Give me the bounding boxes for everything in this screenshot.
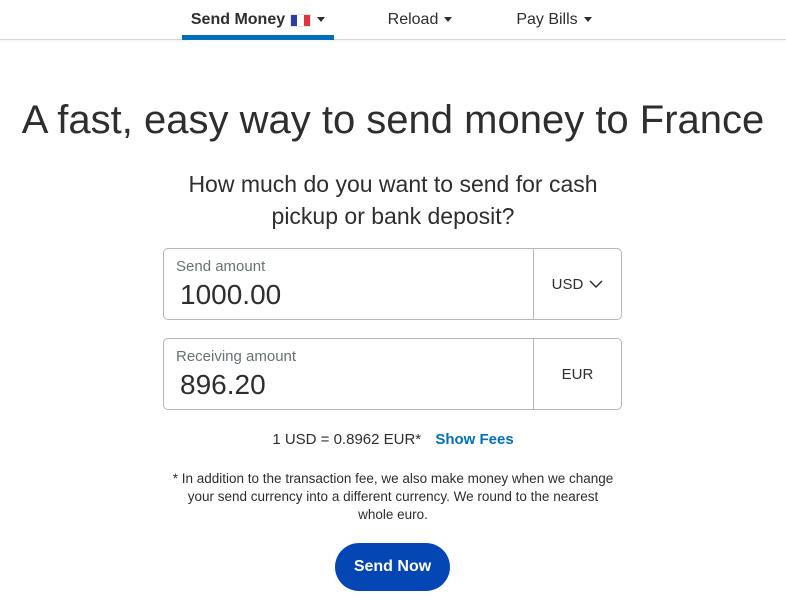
nav-send-money-label: Send Money: [190, 11, 286, 28]
receiving-currency-label: EUR: [561, 365, 594, 383]
exchange-rate-text: 1 USD = 0.8962 EUR*: [272, 431, 422, 448]
caret-down-icon: [444, 16, 453, 22]
top-nav: Send Money Reload Pay Bills: [0, 0, 786, 40]
nav-reload-label: Reload: [387, 11, 439, 28]
caret-down-icon: [583, 16, 592, 22]
france-flag-icon: [290, 13, 312, 27]
receiving-currency: EUR: [533, 339, 621, 409]
nav-send-money[interactable]: Send Money: [182, 0, 334, 40]
currency-disclaimer: * In addition to the transaction fee, we…: [172, 471, 614, 522]
send-amount-box: Send amount USD: [163, 248, 622, 320]
send-amount-label: Send amount: [176, 258, 266, 275]
send-currency-select[interactable]: USD: [533, 249, 621, 319]
send-now-button[interactable]: Send Now: [335, 543, 450, 591]
exchange-rate: 1 USD = 0.8962 EUR* Show Fees: [0, 431, 786, 448]
receiving-amount-box: Receiving amount EUR: [163, 338, 622, 410]
nav-reload[interactable]: Reload: [372, 0, 468, 40]
receiving-amount-input[interactable]: [180, 369, 520, 401]
receiving-amount-label: Receiving amount: [176, 348, 297, 365]
receiving-amount-field[interactable]: Receiving amount: [164, 339, 533, 409]
send-currency-label: USD: [551, 275, 584, 293]
page-title: A fast, easy way to send money to France: [21, 98, 765, 142]
nav-pay-bills[interactable]: Pay Bills: [502, 0, 606, 40]
caret-down-icon: [317, 16, 326, 22]
active-tab-indicator: [182, 35, 334, 40]
page-subtitle: How much do you want to send for cash pi…: [188, 171, 598, 229]
show-fees-link[interactable]: Show Fees: [435, 431, 513, 448]
send-amount-field[interactable]: Send amount: [164, 249, 533, 319]
chevron-down-icon: [589, 276, 603, 293]
send-amount-input[interactable]: [180, 279, 520, 311]
nav-pay-bills-label: Pay Bills: [516, 11, 578, 28]
